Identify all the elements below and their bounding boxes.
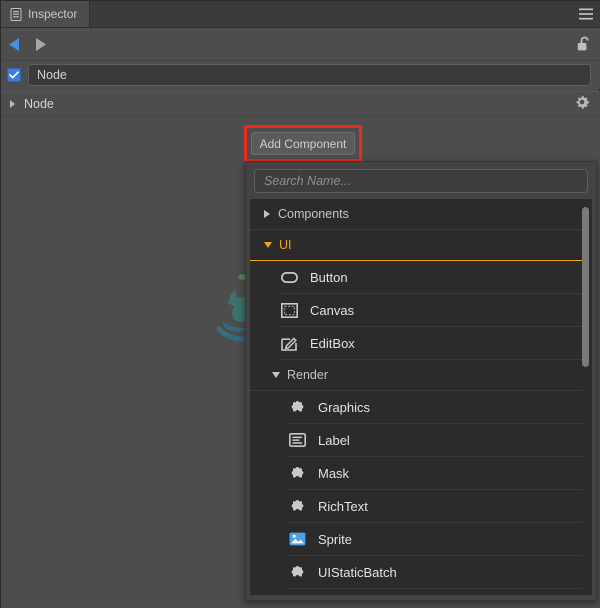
puzzle-piece-icon: [288, 398, 306, 416]
inspector-panel: Inspector Node Node Add Component Search…: [0, 0, 600, 608]
add-component-button[interactable]: Add Component: [251, 132, 355, 155]
tab-inspector-label: Inspector: [28, 7, 78, 21]
node-name-value: Node: [37, 68, 67, 82]
canvas-frame-icon: [280, 301, 298, 319]
list-item-richtext[interactable]: RichText: [288, 490, 582, 523]
triangle-right-icon[interactable]: [264, 210, 270, 218]
puzzle-piece-icon: [288, 497, 306, 515]
image-icon: [288, 530, 306, 548]
add-component-highlight: Add Component: [244, 125, 362, 162]
navigation-toolbar: [1, 28, 600, 61]
list-item-label: Sprite: [318, 531, 352, 547]
list-item-label[interactable]: Label: [288, 424, 582, 457]
text-lines-icon: [288, 431, 306, 449]
vertical-scrollbar[interactable]: [581, 199, 590, 595]
list-icon: [10, 7, 22, 21]
list-item-label: RichText: [318, 498, 368, 514]
gear-icon[interactable]: [575, 95, 590, 114]
list-item-label: Button: [310, 269, 348, 285]
list-item-editbox[interactable]: EditBox: [280, 327, 582, 360]
node-name-row: Node: [1, 61, 600, 89]
puzzle-piece-icon: [288, 464, 306, 482]
list-item-label: EditBox: [310, 335, 355, 351]
triangle-down-icon[interactable]: [272, 372, 280, 378]
group-ui-label: UI: [279, 238, 292, 252]
group-render-label: Render: [287, 368, 328, 382]
tab-inspector[interactable]: Inspector: [1, 1, 91, 27]
node-component-label: Node: [24, 97, 54, 111]
tab-bar: Inspector: [1, 1, 600, 28]
list-item-label: Canvas: [310, 302, 355, 318]
add-component-dropdown: Search Name... Components UI Button Canv…: [245, 161, 597, 601]
list-item-label: Label: [318, 432, 350, 448]
hamburger-menu-icon[interactable]: [571, 1, 600, 27]
forward-arrow-icon[interactable]: [27, 31, 53, 57]
list-item-label: Mask: [318, 465, 350, 481]
component-list-container: Components UI Button Canvas EditBox Rend…: [250, 199, 592, 595]
back-arrow-icon[interactable]: [1, 31, 27, 57]
group-components-label: Components: [278, 207, 349, 221]
triangle-right-icon[interactable]: [10, 100, 15, 108]
puzzle-piece-icon: [288, 563, 306, 581]
node-component-header[interactable]: Node: [1, 91, 600, 117]
group-components[interactable]: Components: [250, 199, 582, 230]
checkmark-icon: [9, 71, 19, 79]
list-item-label: Graphics: [318, 399, 371, 415]
search-input[interactable]: Search Name...: [254, 169, 588, 193]
list-item-graphics[interactable]: Graphics: [288, 391, 582, 424]
add-component-label: Add Component: [259, 136, 347, 151]
tab-bar-empty-area: [90, 1, 571, 27]
node-enabled-checkbox[interactable]: [7, 68, 21, 82]
scrollbar-thumb[interactable]: [582, 207, 589, 367]
list-item-canvas[interactable]: Canvas: [280, 294, 582, 327]
list-item-uistaticbatch[interactable]: UIStaticBatch: [288, 556, 582, 589]
group-ui[interactable]: UI: [250, 230, 582, 261]
pill-outline-icon: [280, 268, 298, 286]
triangle-down-icon[interactable]: [264, 242, 272, 248]
unlocked-padlock-icon[interactable]: [567, 31, 600, 57]
list-item-sprite[interactable]: Sprite: [288, 523, 582, 556]
list-item-mask[interactable]: Mask: [288, 457, 582, 490]
pencil-square-icon: [280, 334, 298, 352]
node-name-input[interactable]: Node: [28, 64, 591, 86]
list-item-button[interactable]: Button: [280, 261, 582, 294]
group-render[interactable]: Render: [250, 360, 582, 391]
list-item-label: UIStaticBatch: [318, 564, 397, 580]
search-placeholder: Search Name...: [264, 174, 351, 188]
component-list: Components UI Button Canvas EditBox Rend…: [250, 199, 592, 595]
